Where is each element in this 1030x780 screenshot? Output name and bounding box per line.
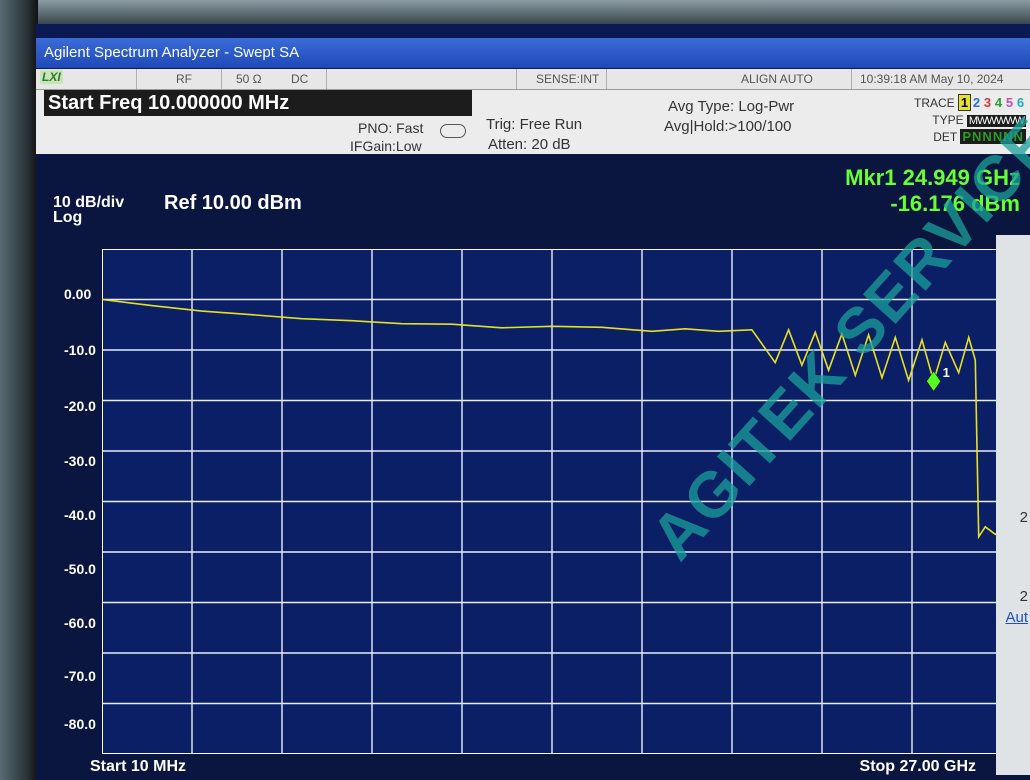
y-tick-label: -10.0 bbox=[64, 342, 96, 358]
softkey-value[interactable]: 2 bbox=[1020, 509, 1028, 526]
y-tick-label: 0.00 bbox=[64, 286, 92, 302]
y-tick-label: -60.0 bbox=[64, 615, 96, 631]
softkey-panel[interactable]: 2 2 Aut bbox=[996, 235, 1030, 775]
analyzer-screen: Agilent Spectrum Analyzer - Swept SA LXI… bbox=[36, 24, 1030, 780]
ifgain-label: IFGain:Low bbox=[350, 138, 422, 154]
y-tick-label: -70.0 bbox=[64, 668, 96, 684]
atten-label: Atten: 20 dB bbox=[488, 136, 571, 153]
status-divider bbox=[851, 69, 852, 89]
y-tick-label: -80.0 bbox=[64, 716, 96, 732]
status-coupling: DC bbox=[291, 72, 309, 86]
status-bar: LXI RF 50 Ω DC SENSE:INT ALIGN AUTO 10:3… bbox=[36, 69, 1030, 90]
marker-number: 1 bbox=[943, 365, 950, 380]
y-tick-label: -20.0 bbox=[64, 398, 96, 414]
ref-level: Ref 10.00 dBm bbox=[164, 192, 302, 214]
status-divider bbox=[136, 69, 137, 89]
status-rf: RF bbox=[176, 72, 192, 86]
y-tick-label: -40.0 bbox=[64, 507, 96, 523]
status-divider bbox=[221, 69, 222, 89]
avg-type-label: Avg Type: Log-Pwr bbox=[668, 98, 795, 115]
softkey-value[interactable]: 2 bbox=[1020, 588, 1028, 605]
start-freq-readout[interactable]: Start Freq 10.000000 MHz bbox=[44, 90, 472, 116]
scale-type: Log bbox=[53, 209, 83, 226]
trace-number[interactable]: 1 bbox=[958, 94, 971, 111]
lxi-badge: LXI bbox=[40, 70, 63, 84]
det-label: DET bbox=[933, 130, 958, 144]
trace-number[interactable]: 3 bbox=[982, 95, 993, 110]
status-datetime: 10:39:18 AM May 10, 2024 bbox=[860, 72, 1004, 86]
y-tick-label: -30.0 bbox=[64, 453, 96, 469]
monitor-bezel-top bbox=[0, 0, 1030, 24]
scale-readout: 10 dB/div Log bbox=[53, 194, 125, 226]
status-align: ALIGN AUTO bbox=[741, 72, 813, 86]
trace-label: TRACE bbox=[913, 96, 955, 110]
status-divider bbox=[326, 69, 327, 89]
start-frequency: Start 10 MHz bbox=[90, 758, 187, 775]
trace-number[interactable]: 2 bbox=[971, 95, 982, 110]
status-divider bbox=[606, 69, 607, 89]
pno-label: PNO: Fast bbox=[358, 120, 424, 136]
type-label: TYPE bbox=[932, 113, 964, 127]
y-tick-label: -50.0 bbox=[64, 561, 96, 577]
status-divider bbox=[516, 69, 517, 89]
pno-icon bbox=[440, 124, 466, 138]
avg-hold-label: Avg|Hold:>100/100 bbox=[664, 118, 792, 135]
status-sense: SENSE:INT bbox=[536, 72, 600, 86]
status-impedance: 50 Ω bbox=[236, 72, 262, 86]
monitor-bezel-left bbox=[0, 0, 38, 780]
trigger-label: Trig: Free Run bbox=[486, 116, 583, 133]
trace-number[interactable]: 4 bbox=[993, 95, 1004, 110]
scale-per-div: 10 dB/div bbox=[53, 194, 125, 211]
window-title: Agilent Spectrum Analyzer - Swept SA bbox=[36, 38, 1030, 68]
softkey-auto[interactable]: Aut bbox=[1005, 609, 1028, 626]
plot-area: 10 dB/div Log Ref 10.00 dBm Mkr1 24.949 … bbox=[36, 155, 1030, 780]
stop-frequency: Stop 27.00 GHz bbox=[859, 758, 976, 775]
settings-panel: Start Freq 10.000000 MHz PNO: Fast IFGai… bbox=[36, 90, 1030, 154]
